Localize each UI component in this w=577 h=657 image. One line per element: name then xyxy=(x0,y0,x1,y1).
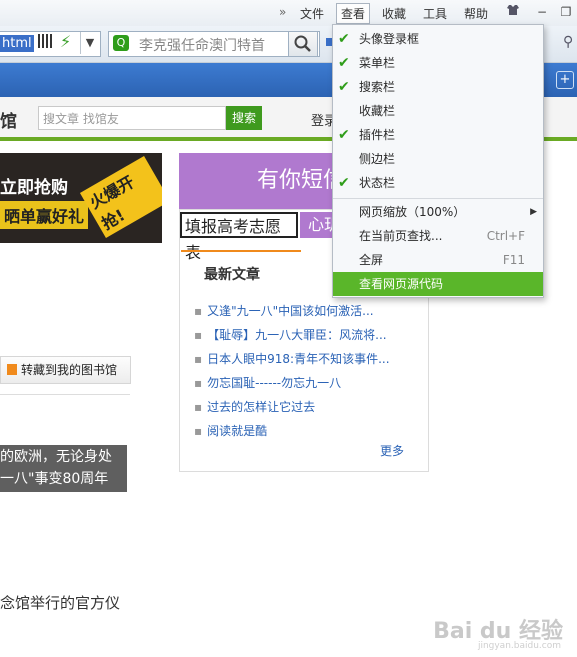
collect-label: 转藏到我的图书馆 xyxy=(21,363,118,377)
menu-file[interactable]: 文件 xyxy=(300,5,324,22)
menu-view[interactable]: 查看 xyxy=(336,3,371,24)
view-menu-dropdown: ✔ 头像登录框 ✔ 菜单栏 ✔ 搜索栏 收藏栏 ✔ 插件栏 侧边栏 ✔ 状态栏 网页缩放（… xyxy=(332,24,544,298)
lightning-icon[interactable]: ⚡ xyxy=(60,32,71,51)
save-icon xyxy=(7,364,17,375)
check-icon: ✔ xyxy=(338,31,350,47)
check-icon: ✔ xyxy=(338,175,350,191)
check-icon: ✔ xyxy=(338,55,350,71)
url-text[interactable]: html xyxy=(0,35,34,52)
banner-badge: 火爆开抢! xyxy=(79,155,162,239)
restore-icon[interactable]: ❐ xyxy=(556,3,576,22)
promo-banner[interactable]: 立即抢购 晒单赢好礼 火爆开抢! xyxy=(0,153,162,243)
news-item[interactable]: ▪ 日本人眼中918:青年不知该事件... xyxy=(194,350,390,367)
chevron-down-icon[interactable]: ▼ xyxy=(80,32,99,54)
news-heading-underline xyxy=(181,250,301,252)
menu-item-pluginbar[interactable]: ✔ 插件栏 xyxy=(333,123,543,147)
menu-item-avatar-login[interactable]: ✔ 头像登录框 xyxy=(333,27,543,51)
more-link[interactable]: 更多 xyxy=(380,442,404,459)
purple-promo[interactable]: 有你短信 xyxy=(179,153,349,209)
menu-item-statusbar[interactable]: ✔ 状态栏 xyxy=(333,171,543,195)
banner-line1: 立即抢购 xyxy=(0,178,68,198)
magnifier-icon[interactable]: ⚲ xyxy=(563,34,573,50)
news-item[interactable]: ▪ 勿忘国耻------勿忘九一八 xyxy=(194,374,341,391)
submenu-arrow-icon: ▶ xyxy=(530,207,537,217)
menu-item-fullscreen[interactable]: 全屏 F11 xyxy=(333,248,543,272)
search-placeholder[interactable]: 李克强任命澳门特首 xyxy=(139,35,265,55)
menu-separator xyxy=(333,198,543,199)
minimize-icon[interactable]: − xyxy=(532,3,552,22)
menu-item-searchbar[interactable]: ✔ 搜索栏 xyxy=(333,75,543,99)
news-heading: 最新文章 xyxy=(204,267,260,283)
search-button[interactable] xyxy=(288,31,318,57)
new-tab-icon[interactable]: + xyxy=(556,71,574,89)
menu-item-view-source[interactable]: 查看网页源代码 xyxy=(333,272,543,296)
banner-line2: 晒单赢好礼 xyxy=(0,201,89,229)
site-search-button[interactable]: 搜索 xyxy=(226,106,262,130)
site-logo[interactable]: 馆 xyxy=(0,107,17,132)
menu-item-sidebar[interactable]: 侧边栏 xyxy=(333,147,543,171)
site-search-placeholder[interactable]: 搜文章 找馆友 xyxy=(43,110,119,127)
divider xyxy=(0,394,130,395)
news-item[interactable]: ▪ 【耻辱】九一八大罪臣：风流将... xyxy=(194,326,387,343)
collect-to-library-button[interactable]: 转藏到我的图书馆 xyxy=(0,356,131,384)
highlighted-text: 的欧洲，无论身处 一八"事变80周年 xyxy=(0,445,127,492)
news-item[interactable]: ▪ 又逢"九一八"中国该如何激活... xyxy=(194,302,374,319)
news-item[interactable]: ▪ 阅读就是酷 xyxy=(194,422,267,439)
article-text: 念馆举行的官方仪 xyxy=(0,594,121,612)
baidu-watermark-url: jingyan.baidu.com xyxy=(477,641,561,651)
search-icon xyxy=(294,35,311,52)
news-item[interactable]: ▪ 过去的怎样让它过去 xyxy=(194,398,315,415)
menu-help[interactable]: 帮助 xyxy=(464,5,488,22)
search-engine-icon[interactable]: Q xyxy=(113,35,129,51)
menu-item-zoom[interactable]: 网页缩放（100%） ▶ xyxy=(333,200,543,224)
menu-tools[interactable]: 工具 xyxy=(423,5,447,22)
skin-icon[interactable] xyxy=(503,3,523,22)
menu-favorites[interactable]: 收藏 xyxy=(382,5,406,22)
menu-bar: » 文件 查看 收藏 工具 帮助 − ❐ xyxy=(0,0,577,26)
qrcode-icon[interactable] xyxy=(38,34,52,48)
tab-gaokao[interactable]: 填报高考志愿表 xyxy=(180,212,298,262)
check-icon: ✔ xyxy=(338,127,350,143)
site-search-input[interactable]: 搜文章 找馆友 xyxy=(38,106,226,130)
check-icon: ✔ xyxy=(338,79,350,95)
menu-item-find[interactable]: 在当前页查找... Ctrl+F xyxy=(333,224,543,248)
menu-item-favoritesbar[interactable]: 收藏栏 xyxy=(333,99,543,123)
menu-overflow-chevron[interactable]: » xyxy=(279,5,286,19)
menu-item-menubar[interactable]: ✔ 菜单栏 xyxy=(333,51,543,75)
